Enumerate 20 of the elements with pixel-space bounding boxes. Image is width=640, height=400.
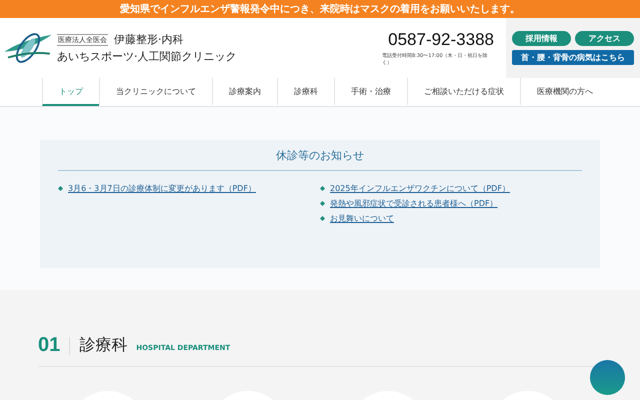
clinic-name: 伊藤整形·内科: [114, 32, 184, 47]
notice-link[interactable]: 2025年インフルエンザワクチンについて（PDF）: [330, 183, 510, 194]
diamond-bullet-icon: [58, 186, 63, 191]
header-button[interactable]: 採用情報: [512, 31, 571, 46]
section-number: 01: [38, 334, 60, 357]
nav-tab[interactable]: トップ: [42, 78, 99, 106]
spine-disease-button[interactable]: 首・腰・背骨の病気はこちら: [512, 50, 634, 65]
notice-link[interactable]: 3月6・3月7日の診療体制に変更があります（PDF）: [68, 183, 256, 194]
floating-button[interactable]: [590, 360, 625, 395]
phone-number[interactable]: 0587-92-3388: [388, 30, 494, 50]
diamond-bullet-icon: [320, 201, 325, 206]
clinic-name: あいちスポーツ·人工関節クリニック: [57, 49, 236, 64]
alert-text: 愛知県でインフルエンザ警報発令中につき、来院時はマスクの着用をお願いいたします。: [120, 2, 520, 16]
notice-title: 休診等のお知らせ: [58, 148, 582, 171]
header-button[interactable]: アクセス: [575, 31, 634, 46]
diamond-bullet-icon: [320, 186, 325, 191]
diamond-bullet-icon: [320, 216, 325, 221]
notice-link[interactable]: お見舞いについて: [330, 213, 394, 224]
notice-link[interactable]: 発熱や風邪症状で受診される患者様へ（PDF）: [330, 198, 498, 209]
section-title: 診療科: [79, 335, 128, 356]
